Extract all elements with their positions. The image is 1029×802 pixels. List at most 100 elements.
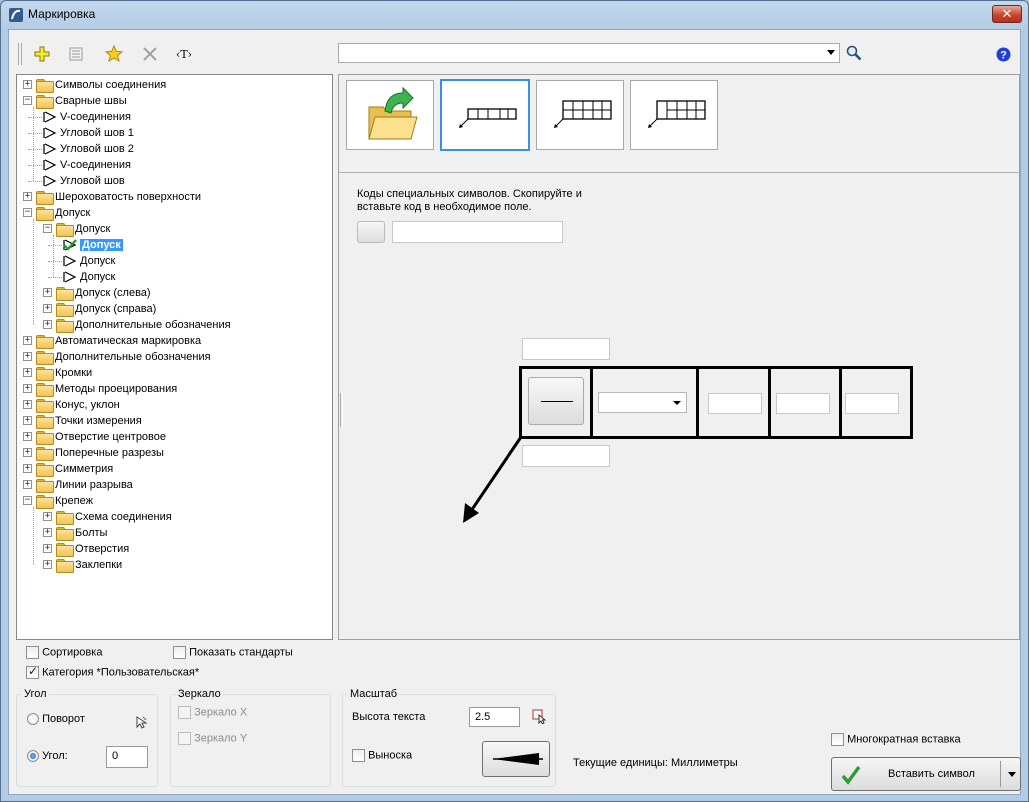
help-button[interactable]: ? bbox=[992, 43, 1014, 65]
search-button[interactable] bbox=[843, 42, 865, 64]
tree-folder-item[interactable]: Допуск bbox=[56, 221, 110, 237]
gallery-frame-2-rows-wide-button[interactable] bbox=[630, 80, 718, 150]
tree-folder-item[interactable]: Шероховатость поверхности bbox=[36, 189, 201, 205]
tree-folder-item[interactable]: Допуск bbox=[36, 205, 90, 221]
frame-field-1[interactable] bbox=[708, 393, 762, 414]
tree-folder-item[interactable]: Сварные швы bbox=[36, 93, 127, 109]
sort-option[interactable]: Сортировка bbox=[26, 646, 102, 659]
frame-bottom-text-field[interactable] bbox=[522, 445, 610, 467]
tree-expander-icon[interactable]: + bbox=[23, 368, 32, 377]
tree-folder-item[interactable]: Заклепки bbox=[56, 557, 122, 573]
gallery-open-button[interactable] bbox=[346, 80, 434, 150]
chevron-down-icon[interactable] bbox=[1008, 772, 1016, 777]
angle-radio[interactable] bbox=[27, 750, 39, 763]
tree-expander-icon[interactable]: + bbox=[23, 416, 32, 425]
tree-symbol-item[interactable]: Угловой шов bbox=[43, 173, 125, 189]
tree-expander-icon[interactable]: + bbox=[23, 80, 32, 89]
category-checkbox[interactable] bbox=[26, 664, 39, 679]
mirror-y-checkbox[interactable] bbox=[178, 732, 191, 745]
tree-expander-icon[interactable]: − bbox=[23, 496, 32, 505]
tree-expander-icon[interactable]: + bbox=[23, 464, 32, 473]
category-tree[interactable]: + Символы соединения − Сварные швы V-соедине… bbox=[16, 74, 333, 640]
text-tag-button[interactable]: ‹T› bbox=[173, 43, 195, 65]
favorite-button[interactable] bbox=[103, 43, 125, 65]
tree-symbol-item[interactable]: Допуск bbox=[63, 237, 123, 253]
tree-expander-icon[interactable]: + bbox=[43, 544, 52, 553]
multi-insert-option[interactable]: Многократная вставка bbox=[831, 733, 961, 746]
gallery-frame-2-rows-button[interactable] bbox=[536, 80, 624, 150]
angle-input[interactable]: 0 bbox=[106, 746, 148, 768]
add-button[interactable] bbox=[31, 43, 53, 65]
pick-height-icon[interactable] bbox=[531, 708, 547, 724]
frame-field-3[interactable] bbox=[845, 393, 899, 414]
tree-expander-icon[interactable]: + bbox=[23, 352, 32, 361]
tree-expander-icon[interactable]: − bbox=[23, 96, 32, 105]
mirror-x-option[interactable]: Зеркало X bbox=[178, 706, 247, 719]
tree-expander-icon[interactable]: + bbox=[43, 512, 52, 521]
special-code-button[interactable] bbox=[357, 221, 385, 243]
tree-expander-icon[interactable]: − bbox=[43, 224, 52, 233]
tree-folder-item[interactable]: Дополнительные обозначения bbox=[36, 349, 211, 365]
tree-symbol-item[interactable]: Угловой шов 2 bbox=[43, 141, 134, 157]
tree-expander-icon[interactable]: + bbox=[43, 560, 52, 569]
toolbar-grip[interactable] bbox=[18, 43, 22, 65]
leader-style-button[interactable] bbox=[482, 741, 550, 777]
tree-symbol-item[interactable]: V-соединения bbox=[43, 157, 131, 173]
tree-expander-icon[interactable]: + bbox=[43, 320, 52, 329]
tree-expander-icon[interactable]: + bbox=[23, 448, 32, 457]
tree-folder-item[interactable]: Крепеж bbox=[36, 493, 93, 509]
tree-expander-icon[interactable]: + bbox=[43, 288, 52, 297]
rotate-cursor-icon[interactable] bbox=[133, 714, 149, 730]
angle-option[interactable]: Угол: bbox=[27, 750, 68, 763]
tree-symbol-item[interactable]: Допуск bbox=[63, 269, 115, 285]
tree-expander-icon[interactable]: + bbox=[23, 400, 32, 409]
tree-expander-icon[interactable]: + bbox=[43, 528, 52, 537]
tree-folder-item[interactable]: Болты bbox=[56, 525, 107, 541]
category-option[interactable]: Категория *Пользовательская* bbox=[26, 664, 199, 679]
tree-folder-item[interactable]: Симметрия bbox=[36, 461, 113, 477]
tree-folder-item[interactable]: Поперечные разрезы bbox=[36, 445, 164, 461]
frame-field-2[interactable] bbox=[776, 393, 830, 414]
chevron-down-icon[interactable] bbox=[673, 401, 681, 405]
leader-checkbox[interactable] bbox=[352, 749, 365, 762]
tree-folder-item[interactable]: Отверстия bbox=[56, 541, 129, 557]
tree-expander-icon[interactable]: + bbox=[43, 304, 52, 313]
multi-insert-checkbox[interactable] bbox=[831, 733, 844, 746]
leader-option[interactable]: Выноска bbox=[352, 749, 412, 762]
insert-symbol-button[interactable]: Вставить символ bbox=[831, 757, 1021, 791]
tree-expander-icon[interactable]: + bbox=[23, 336, 32, 345]
tree-folder-item[interactable]: Точки измерения bbox=[36, 413, 142, 429]
tree-folder-item[interactable]: Допуск (справа) bbox=[56, 301, 156, 317]
tree-folder-item[interactable]: Кромки bbox=[36, 365, 92, 381]
close-button[interactable]: ✕ bbox=[992, 5, 1022, 23]
tree-symbol-item[interactable]: Допуск bbox=[63, 253, 115, 269]
frame-tolerance-dropdown[interactable] bbox=[598, 392, 687, 413]
tree-expander-icon[interactable]: + bbox=[23, 192, 32, 201]
rotation-option[interactable]: Поворот bbox=[27, 713, 85, 726]
tree-expander-icon[interactable]: + bbox=[23, 432, 32, 441]
tree-expander-icon[interactable]: + bbox=[23, 384, 32, 393]
tree-folder-item[interactable]: Автоматическая маркировка bbox=[36, 333, 201, 349]
mirror-y-option[interactable]: Зеркало Y bbox=[178, 732, 247, 745]
title-bar[interactable]: Маркировка ✕ bbox=[1, 1, 1028, 29]
tree-folder-item[interactable]: Схема соединения bbox=[56, 509, 172, 525]
tree-symbol-item[interactable]: Угловой шов 1 bbox=[43, 125, 134, 141]
search-combo[interactable] bbox=[338, 43, 840, 63]
splitter-handle[interactable] bbox=[340, 393, 343, 427]
tree-folder-item[interactable]: Символы соединения bbox=[36, 77, 166, 93]
gallery-frame-1-row-button[interactable] bbox=[440, 79, 530, 151]
tree-expander-icon[interactable]: − bbox=[23, 208, 32, 217]
sort-checkbox[interactable] bbox=[26, 646, 39, 659]
frame-symbol-button[interactable] bbox=[528, 377, 584, 425]
rotation-radio[interactable] bbox=[27, 713, 39, 726]
chevron-down-icon[interactable] bbox=[827, 50, 835, 55]
text-height-input[interactable]: 2.5 bbox=[469, 707, 520, 727]
tree-expander-icon[interactable]: + bbox=[23, 480, 32, 489]
frame-top-text-field[interactable] bbox=[522, 338, 610, 360]
show-standards-checkbox[interactable] bbox=[173, 646, 186, 659]
tree-folder-item[interactable]: Допуск (слева) bbox=[56, 285, 151, 301]
list-button[interactable] bbox=[65, 43, 87, 65]
delete-button[interactable] bbox=[139, 43, 161, 65]
tree-folder-item[interactable]: Конус, уклон bbox=[36, 397, 120, 413]
show-standards-option[interactable]: Показать стандарты bbox=[173, 646, 293, 659]
